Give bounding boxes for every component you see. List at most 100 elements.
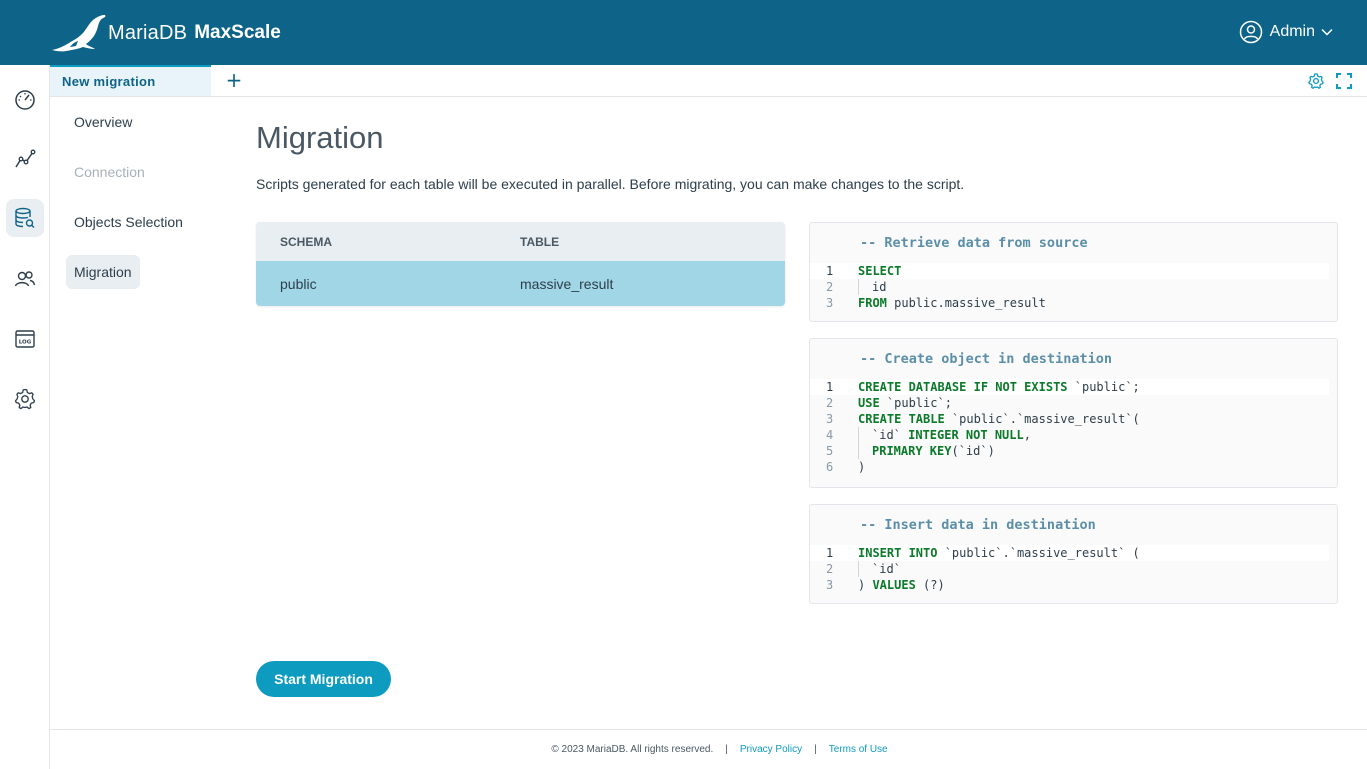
copyright-text: © 2023 MariaDB. All rights reserved. bbox=[551, 744, 714, 755]
sql-text: `public`; bbox=[879, 396, 952, 410]
code-line[interactable]: 2 id bbox=[810, 279, 1329, 295]
svg-text:LOG: LOG bbox=[19, 340, 32, 346]
column-header-schema[interactable]: SCHEMA bbox=[256, 235, 520, 249]
worksheet-tab-bar: New migration + bbox=[50, 65, 1367, 97]
step-overview[interactable]: Overview bbox=[66, 105, 140, 139]
code-editor[interactable]: 1 INSERT INTO `public`.`massive_result` (… bbox=[810, 545, 1329, 593]
footer: © 2023 MariaDB. All rights reserved. | P… bbox=[50, 729, 1367, 769]
tab-new-migration[interactable]: New migration bbox=[50, 65, 211, 96]
code-line[interactable]: 2 USE `public`; bbox=[810, 395, 1329, 411]
sql-text: `id` bbox=[872, 562, 901, 576]
sidebar-item-dashboard[interactable] bbox=[6, 80, 44, 118]
start-migration-button[interactable]: Start Migration bbox=[256, 661, 391, 697]
line-number: 3 bbox=[826, 296, 834, 310]
code-line[interactable]: 1 INSERT INTO `public`.`massive_result` ( bbox=[810, 545, 1329, 561]
line-number: 6 bbox=[826, 460, 834, 474]
footer-separator: | bbox=[814, 744, 817, 755]
dashboard-gauge-icon bbox=[15, 90, 35, 110]
sql-text: public.massive_result bbox=[886, 296, 1046, 310]
code-line[interactable]: 1 SELECT bbox=[810, 263, 1329, 279]
table-header: SCHEMA TABLE bbox=[256, 222, 785, 261]
terms-of-use-link[interactable]: Terms of Use bbox=[829, 744, 888, 755]
line-number: 3 bbox=[826, 578, 834, 592]
table-row[interactable]: public massive_result bbox=[256, 261, 785, 306]
line-number: 2 bbox=[826, 396, 834, 410]
objects-table: SCHEMA TABLE public massive_result bbox=[256, 222, 785, 306]
sql-text: (`id`) bbox=[951, 444, 995, 458]
indent-guide bbox=[858, 279, 872, 295]
sidebar-item-users[interactable] bbox=[6, 260, 44, 298]
line-number: 2 bbox=[826, 280, 834, 294]
sql-text: `id` bbox=[872, 428, 909, 442]
indent-guide bbox=[858, 443, 872, 459]
code-text: CREATE TABLE `public`.`massive_result`( bbox=[858, 411, 1140, 427]
settings-gear-icon bbox=[14, 388, 36, 410]
code-text: USE `public`; bbox=[858, 395, 952, 411]
script-title: -- Retrieve data from source bbox=[860, 235, 1088, 251]
code-text: ) VALUES (?) bbox=[858, 577, 945, 593]
code-line[interactable]: 2 `id` bbox=[810, 561, 1329, 577]
sql-text: id bbox=[872, 280, 887, 294]
column-header-table[interactable]: TABLE bbox=[520, 235, 559, 249]
indent-guide bbox=[858, 561, 872, 577]
cell-schema: public bbox=[280, 275, 317, 292]
visualization-chart-icon bbox=[15, 149, 36, 168]
code-text: `id` INTEGER NOT NULL, bbox=[858, 427, 1031, 443]
line-number: 1 bbox=[826, 264, 834, 278]
sql-keyword: INSERT INTO bbox=[858, 546, 938, 560]
indent-guide bbox=[858, 427, 872, 443]
sql-keyword: CREATE DATABASE IF NOT EXISTS bbox=[858, 380, 1068, 394]
sql-text: ) bbox=[858, 578, 873, 592]
page-subtitle: Scripts generated for each table will be… bbox=[256, 176, 965, 192]
code-editor[interactable]: 1 SELECT 2 id 3 FROM public.massive_result bbox=[810, 263, 1329, 311]
code-line[interactable]: 3) VALUES (?) bbox=[810, 577, 1329, 593]
users-icon bbox=[14, 271, 36, 287]
line-number: 1 bbox=[826, 380, 834, 394]
code-text: `id` bbox=[858, 561, 901, 577]
user-avatar-icon bbox=[1239, 20, 1262, 44]
chevron-down-icon bbox=[1321, 28, 1333, 36]
sidebar-item-settings[interactable] bbox=[6, 380, 44, 418]
line-number: 4 bbox=[826, 428, 834, 442]
code-text: id bbox=[858, 279, 886, 295]
product-name: MaxScale bbox=[194, 22, 281, 43]
user-name: Admin bbox=[1269, 23, 1315, 40]
sql-keyword: SELECT bbox=[858, 264, 902, 278]
code-line[interactable]: 5 PRIMARY KEY(`id`) bbox=[810, 443, 1329, 459]
sql-text: ) bbox=[858, 460, 866, 474]
logs-archive-icon: LOG bbox=[15, 330, 35, 348]
sidebar-rail: LOG bbox=[0, 65, 50, 769]
sql-text: (?) bbox=[915, 578, 945, 592]
sql-keyword: FROM bbox=[858, 296, 887, 310]
add-tab-button[interactable]: + bbox=[224, 69, 244, 91]
sql-keyword: USE bbox=[858, 396, 880, 410]
code-text: INSERT INTO `public`.`massive_result` ( bbox=[858, 545, 1140, 561]
step-objects-selection[interactable]: Objects Selection bbox=[66, 205, 191, 239]
sql-keyword: CREATE TABLE bbox=[858, 412, 945, 426]
script-card-retrieve[interactable]: -- Retrieve data from source 1 SELECT 2 id 3… bbox=[809, 222, 1338, 322]
top-bar: MariaDB MaxScale Admin bbox=[0, 0, 1367, 65]
step-connection: Connection bbox=[74, 164, 145, 180]
privacy-policy-link[interactable]: Privacy Policy bbox=[740, 744, 802, 755]
settings-gear-icon[interactable] bbox=[1307, 72, 1325, 90]
code-line[interactable]: 6) bbox=[810, 459, 1329, 475]
code-line[interactable]: 3 CREATE TABLE `public`.`massive_result`( bbox=[810, 411, 1329, 427]
script-card-create[interactable]: -- Create object in destination 1 CREATE … bbox=[809, 338, 1338, 488]
sidebar-item-visualization[interactable] bbox=[6, 140, 44, 178]
step-migration[interactable]: Migration bbox=[66, 255, 140, 289]
code-editor[interactable]: 1 CREATE DATABASE IF NOT EXISTS `public`;… bbox=[810, 379, 1329, 475]
code-line[interactable]: 1 CREATE DATABASE IF NOT EXISTS `public`; bbox=[810, 379, 1329, 395]
fullscreen-icon[interactable] bbox=[1335, 72, 1353, 90]
code-line[interactable]: 3 FROM public.massive_result bbox=[810, 295, 1329, 311]
code-text: PRIMARY KEY(`id`) bbox=[858, 443, 995, 459]
code-text: FROM public.massive_result bbox=[858, 295, 1046, 311]
sql-keyword: VALUES bbox=[872, 578, 916, 592]
sidebar-item-query-editor[interactable] bbox=[6, 199, 44, 237]
code-line[interactable]: 4 `id` INTEGER NOT NULL, bbox=[810, 427, 1329, 443]
sql-text: `public`.`massive_result` ( bbox=[937, 546, 1140, 560]
line-number: 2 bbox=[826, 562, 834, 576]
script-card-insert[interactable]: -- Insert data in destination 1 INSERT IN… bbox=[809, 504, 1338, 604]
brand-logo[interactable]: MariaDB MaxScale bbox=[50, 12, 281, 54]
sidebar-item-logs[interactable]: LOG bbox=[6, 320, 44, 358]
user-menu[interactable]: Admin bbox=[1239, 20, 1333, 44]
